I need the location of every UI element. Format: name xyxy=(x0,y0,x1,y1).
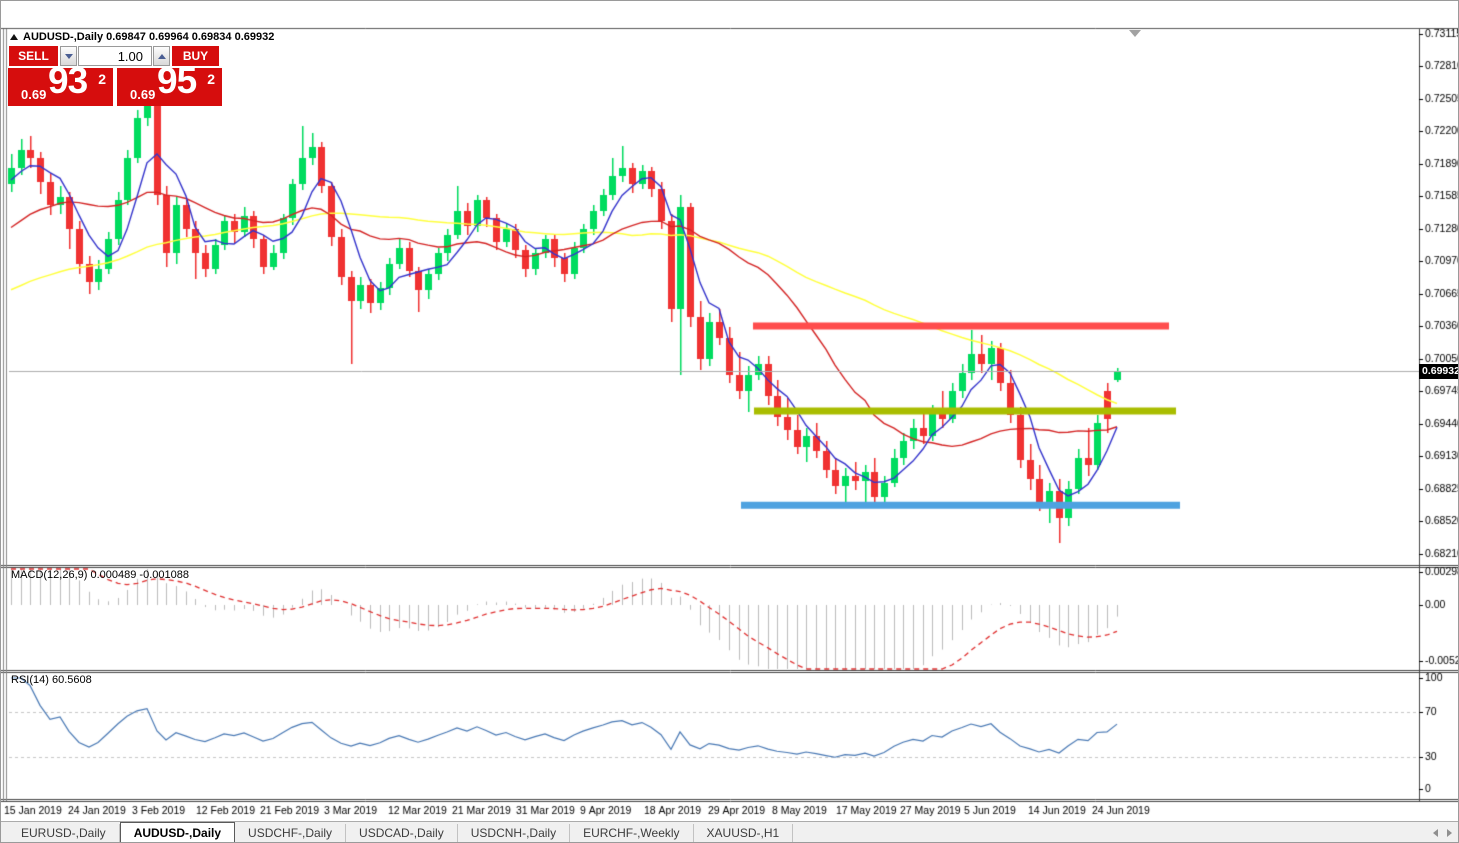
current-price-tag: 0.69932 xyxy=(1419,364,1458,379)
chart-tabs-bar: EURUSD-,Daily AUDUSD-,Daily USDCHF-,Dail… xyxy=(1,822,1458,842)
sell-price-sup: 2 xyxy=(98,71,106,87)
buy-price-sup: 2 xyxy=(207,71,215,87)
tab-eurusd-daily[interactable]: EURUSD-,Daily xyxy=(8,824,120,842)
volume-input[interactable] xyxy=(78,46,152,66)
chart-symbol-title: AUDUSD-,Daily 0.69847 0.69964 0.69834 0.… xyxy=(10,31,274,43)
sell-price-display[interactable]: 0.69 93 2 xyxy=(8,60,113,106)
tab-audusd-daily[interactable]: AUDUSD-,Daily xyxy=(119,822,236,842)
buy-price-big: 95 xyxy=(157,60,197,101)
triangle-up-icon xyxy=(157,53,166,59)
macd-label: MACD(12,26,9) 0.000489 -0.001088 xyxy=(11,569,189,581)
tab-usdcad-daily[interactable]: USDCAD-,Daily xyxy=(346,824,458,842)
chart-canvas[interactable] xyxy=(1,1,1458,842)
triangle-down-icon xyxy=(64,53,73,59)
chart-shift-marker-icon[interactable] xyxy=(1129,30,1141,37)
tab-usdchf-daily[interactable]: USDCHF-,Daily xyxy=(235,824,347,842)
sell-price-big: 93 xyxy=(48,60,88,101)
buy-price-prefix: 0.69 xyxy=(130,87,156,102)
terminal-window: H4 D1 W1 MN AUDUSD-,Daily 0.69847 0.6996… xyxy=(0,0,1459,843)
sell-price-prefix: 0.69 xyxy=(21,87,47,102)
tabs-scroll-right-icon[interactable] xyxy=(1447,829,1452,837)
symbol-ohlc-text: AUDUSD-,Daily 0.69847 0.69964 0.69834 0.… xyxy=(23,31,275,43)
rsi-label: RSI(14) 60.5608 xyxy=(11,674,92,686)
tab-xauusd-h1[interactable]: XAUUSD-,H1 xyxy=(694,824,794,842)
tabs-scroll-left-icon[interactable] xyxy=(1433,829,1438,837)
collapse-panel-icon[interactable] xyxy=(10,34,18,40)
buy-price-display[interactable]: 0.69 95 2 xyxy=(117,60,222,106)
tab-usdcnh-daily[interactable]: USDCNH-,Daily xyxy=(458,824,571,842)
tab-eurchf-weekly[interactable]: EURCHF-,Weekly xyxy=(570,824,694,842)
